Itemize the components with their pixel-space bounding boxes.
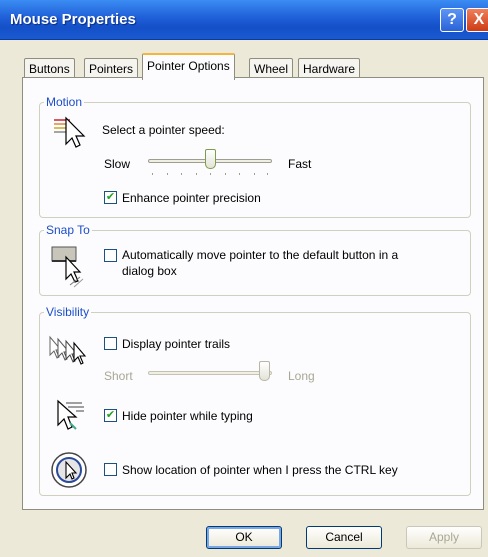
motion-group: Motion Select a pointer speed: Slow Fast… <box>39 95 471 218</box>
snap-to-icon <box>51 246 84 288</box>
hide-pointer-label[interactable]: Hide pointer while typing <box>122 409 253 423</box>
enhance-precision-checkbox[interactable]: ✔ <box>104 191 117 204</box>
speed-fast-label: Fast <box>288 157 312 171</box>
motion-legend: Motion <box>44 95 85 109</box>
show-location-checkbox[interactable] <box>104 463 117 476</box>
window-title: Mouse Properties <box>10 11 136 28</box>
pointer-speed-label: Select a pointer speed: <box>102 123 225 137</box>
speed-slider-ticks <box>152 173 268 176</box>
tab-wheel[interactable]: Wheel <box>249 58 294 79</box>
trail-long-label: Long <box>288 369 315 383</box>
visibility-legend: Visibility <box>44 305 92 319</box>
snap-to-label-line1[interactable]: Automatically move pointer to the defaul… <box>122 248 398 262</box>
cancel-button[interactable]: Cancel <box>306 526 382 549</box>
locate-pointer-icon <box>51 452 87 488</box>
tab-panel: Motion Select a pointer speed: Slow Fast… <box>22 77 484 510</box>
snap-to-group: Snap To Automatically move pointer to th… <box>39 223 471 296</box>
ok-button[interactable]: OK <box>206 526 282 549</box>
speed-slider-thumb[interactable] <box>205 149 216 169</box>
snap-to-checkbox[interactable] <box>104 249 117 262</box>
mouse-properties-window: Mouse Properties ? X Buttons Pointers Po… <box>0 0 488 557</box>
tab-pointers[interactable]: Pointers <box>84 58 139 79</box>
visibility-group: Visibility Display pointer trails Short … <box>39 305 471 496</box>
snap-to-legend: Snap To <box>44 223 92 237</box>
pointer-speed-icon <box>54 116 86 148</box>
trail-short-label: Short <box>104 369 133 383</box>
tab-strip: Buttons Pointers Pointer Options Wheel H… <box>0 52 488 80</box>
pointer-trails-icon <box>49 335 87 365</box>
snap-to-label-line2[interactable]: dialog box <box>122 264 177 278</box>
hide-pointer-checkbox[interactable]: ✔ <box>104 409 117 422</box>
title-bar[interactable]: Mouse Properties ? X <box>0 0 488 40</box>
show-location-label[interactable]: Show location of pointer when I press th… <box>122 463 398 477</box>
trail-slider-thumb <box>259 361 270 381</box>
trail-slider-track <box>148 371 272 375</box>
speed-slow-label: Slow <box>104 157 131 171</box>
hide-pointer-icon <box>57 399 84 430</box>
pointer-trails-checkbox[interactable] <box>104 337 117 350</box>
tab-buttons[interactable]: Buttons <box>24 58 75 79</box>
tab-pointer-options[interactable]: Pointer Options <box>142 53 235 80</box>
enhance-precision-label[interactable]: Enhance pointer precision <box>122 191 261 205</box>
close-button[interactable]: X <box>466 8 488 32</box>
pointer-trails-label[interactable]: Display pointer trails <box>122 337 230 351</box>
apply-button[interactable]: Apply <box>406 526 482 549</box>
tab-hardware[interactable]: Hardware <box>298 58 361 79</box>
help-button[interactable]: ? <box>440 8 464 32</box>
